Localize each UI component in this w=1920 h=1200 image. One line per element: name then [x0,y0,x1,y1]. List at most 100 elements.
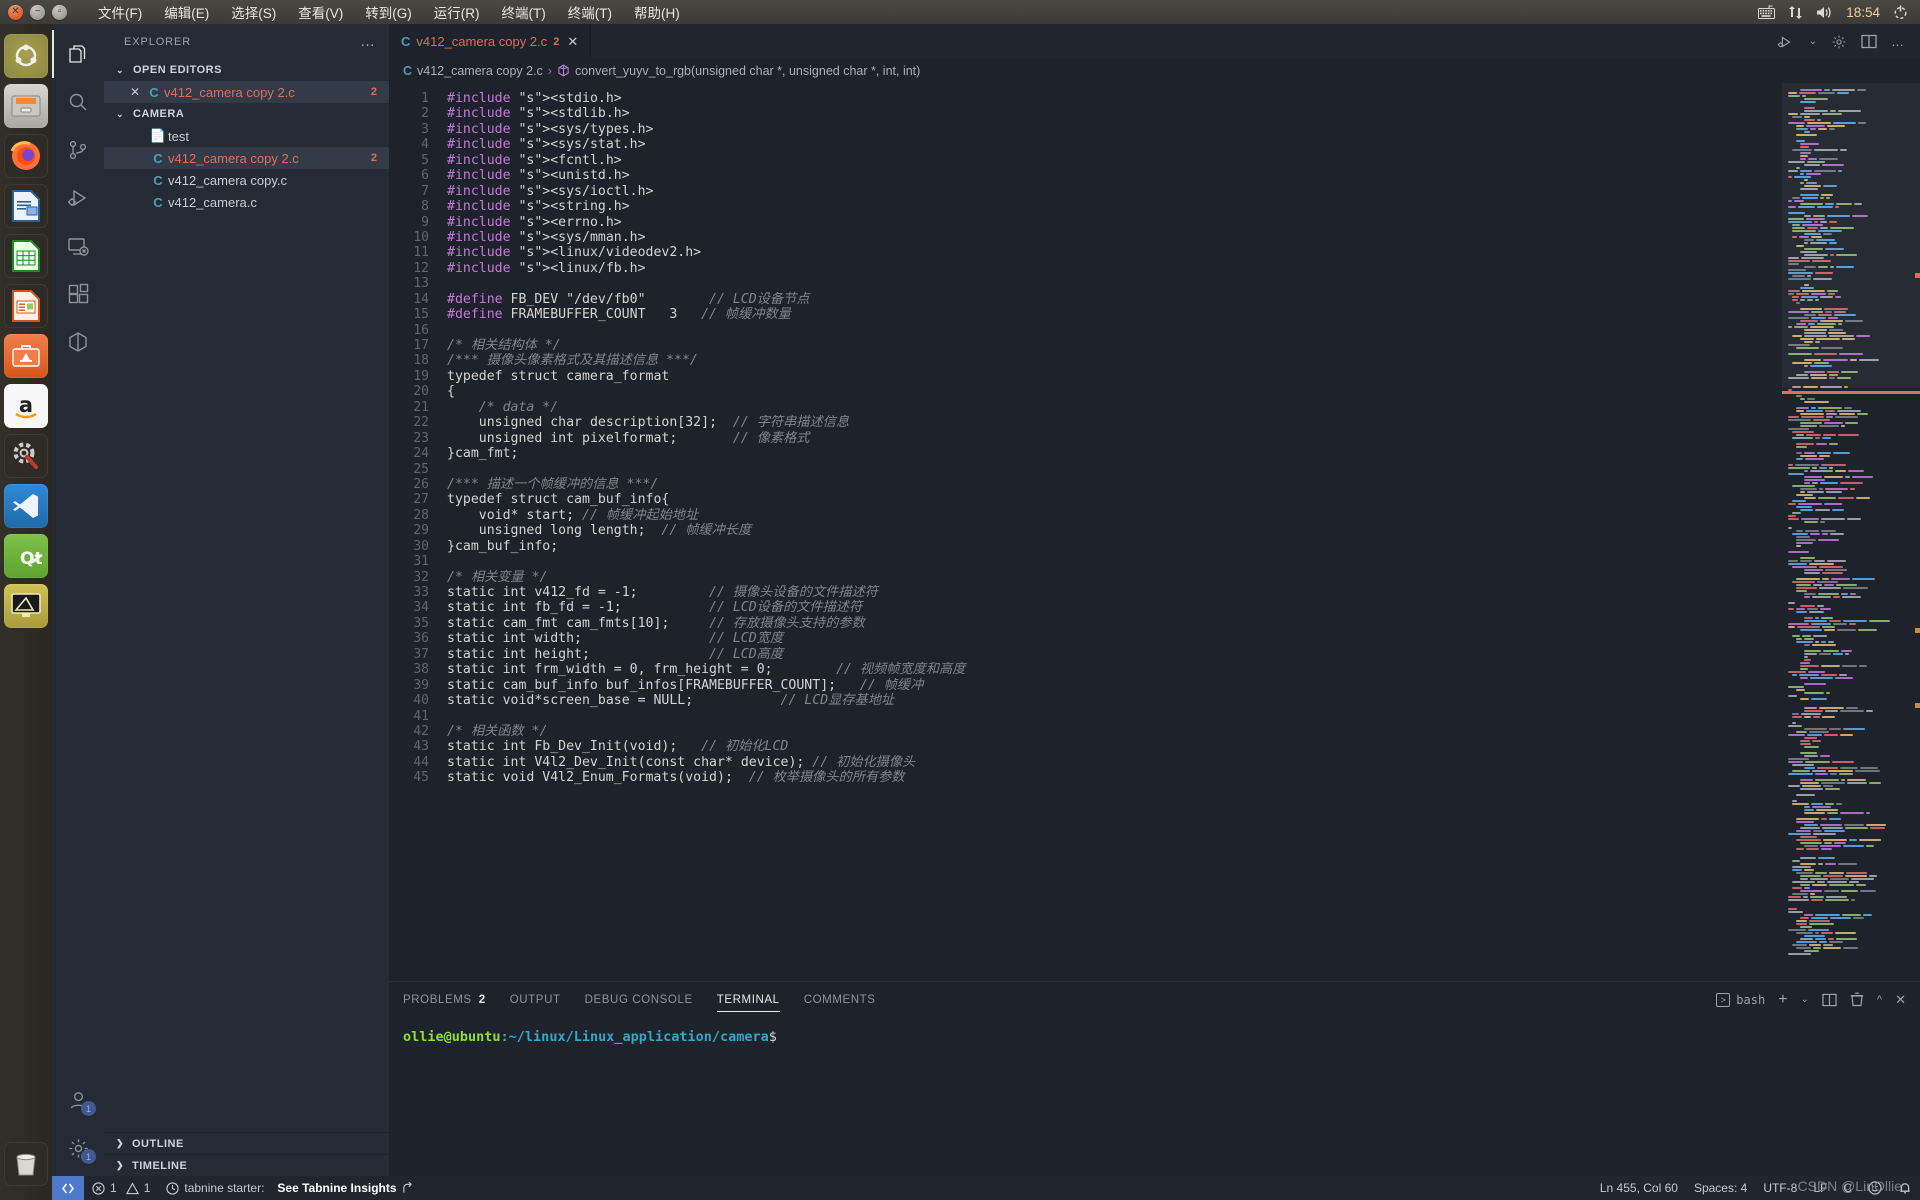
code-line[interactable]: #include "s"><linux/videodev2.h> [447,245,1782,260]
activity-item-source-control[interactable] [52,126,104,174]
menu-file[interactable]: 文件(F) [87,0,153,24]
dock-item-libreoffice-impress[interactable] [4,284,48,328]
code-line[interactable]: typedef struct camera_format [447,369,1782,384]
code-line[interactable] [447,554,1782,569]
code-line[interactable]: #include "s"><fcntl.h> [447,153,1782,168]
split-terminal-icon[interactable] [1822,993,1837,1007]
dock-item-ubuntu-software-center[interactable] [4,334,48,378]
code-line[interactable]: static int Fb_Dev_Init(void); // 初始化LCD [447,739,1782,754]
remote-window-indicator[interactable] [52,1176,84,1200]
open-editor-item[interactable]: ✕ C v412_camera copy 2.c 2 [104,81,389,103]
close-editor-icon[interactable]: ✕ [126,85,144,99]
activity-item-manage-settings[interactable]: 1 [52,1124,104,1172]
code-line[interactable]: #include "s"><sys/ioctl.h> [447,184,1782,199]
dock-item-qt-creator[interactable]: Qt [4,534,48,578]
tab-output[interactable]: OUTPUT [510,982,561,1017]
status-problems[interactable]: 1 1 [84,1176,158,1200]
status-eol[interactable]: LF [1805,1176,1835,1200]
code-line[interactable]: static int V4l2_Dev_Init(const char* dev… [447,755,1782,770]
ubuntu-dock[interactable]: a Qt [0,24,52,1200]
menu-view[interactable]: 查看(V) [287,0,354,24]
code-line[interactable]: #define FB_DEV "/dev/fb0" // LCD设备节点 [447,292,1782,307]
menu-run[interactable]: 运行(R) [423,0,491,24]
breadcrumb-symbol[interactable]: convert_yuyv_to_rgb(unsigned char *, uns… [575,64,920,78]
activity-item-docker[interactable] [52,318,104,366]
activity-item-explorer[interactable] [52,30,104,78]
code-line[interactable] [447,323,1782,338]
editor-scrollbar[interactable] [1906,83,1920,981]
volume-icon[interactable] [1816,5,1833,20]
code-line[interactable]: #include "s"><stdio.h> [447,91,1782,106]
trash-icon[interactable] [4,1142,48,1186]
tab-problems[interactable]: PROBLEMS 2 [403,982,486,1017]
close-icon[interactable]: ✕ [565,34,580,50]
dock-item-system-settings[interactable] [4,434,48,478]
activity-item-extensions[interactable] [52,270,104,318]
code-line[interactable]: static int fb_fd = -1; // LCD设备的文件描述符 [447,600,1782,615]
code-line[interactable]: static int v412_fd = -1; // 摄像头设备的文件描述符 [447,585,1782,600]
activity-bar-bottom[interactable]: 1 1 [52,1076,104,1176]
status-language-mode[interactable]: C [1835,1176,1860,1200]
run-debug-icon[interactable] [1777,34,1795,50]
code-line[interactable]: #include "s"><sys/types.h> [447,122,1782,137]
chevron-down-icon[interactable]: ⌄ [1809,36,1817,47]
code-line[interactable]: #include "s"><errno.h> [447,215,1782,230]
sidebar-more-actions-icon[interactable]: … [360,33,377,50]
breadcrumb-file[interactable]: v412_camera copy 2.c [417,64,543,78]
breadcrumb[interactable]: C v412_camera copy 2.c › convert_yuyv_to… [389,59,1920,83]
code-line[interactable] [447,462,1782,477]
code-line[interactable]: /*** 描述一个帧缓冲的信息 ***/ [447,477,1782,492]
dock-item-firefox[interactable] [4,134,48,178]
menu-edit[interactable]: 编辑(E) [153,0,220,24]
new-terminal-icon[interactable]: + [1778,991,1787,1009]
menu-bar[interactable]: 文件(F) 编辑(E) 选择(S) 查看(V) 转到(G) 运行(R) 终端(T… [87,0,691,24]
window-maximize-button[interactable]: ▫ [52,4,67,20]
code-line[interactable]: #include "s"><linux/fb.h> [447,261,1782,276]
code-area[interactable]: 1 2 3 4 5 6 7 8 9 10 11 12 13 14 15 16 17 18 19 20 21 22 23 24 2… [389,83,1782,981]
code-line[interactable]: /* 相关结构体 */ [447,338,1782,353]
activity-bar[interactable]: 1 1 [52,24,104,1176]
code-line[interactable]: #include "s"><string.h> [447,199,1782,214]
menu-go[interactable]: 转到(G) [354,0,423,24]
status-bar[interactable]: 1 1 tabnine starter: See Tabnine Insight… [52,1176,1920,1200]
code-line[interactable]: static int frm_width = 0, frm_height = 0… [447,662,1782,677]
status-encoding[interactable]: UTF-8 [1755,1176,1805,1200]
chevron-down-icon[interactable]: ⌄ [1801,994,1809,1005]
terminal-shell-selector[interactable]: > bash [1716,992,1765,1007]
close-panel-icon[interactable]: ✕ [1895,992,1906,1008]
terminal-body[interactable]: ollie@ubuntu:~/linux/Linux_application/c… [389,1017,1920,1046]
code-line[interactable]: /* 相关函数 */ [447,724,1782,739]
code-line[interactable]: static void V4l2_Enum_Formats(void); // … [447,770,1782,785]
dock-item-visual-studio-code[interactable] [4,484,48,528]
status-bar-right[interactable]: Ln 455, Col 60 Spaces: 4 UTF-8 LF C [1592,1176,1920,1200]
code-line[interactable]: #include "s"><unistd.h> [447,168,1782,183]
system-tray[interactable]: 18:54 [1758,5,1920,20]
clock[interactable]: 18:54 [1846,5,1880,20]
status-bell-icon[interactable] [1890,1176,1920,1200]
section-folder-camera[interactable]: ⌄ CAMERA [104,103,389,125]
minimap-slider[interactable] [1782,83,1920,388]
code-line[interactable]: unsigned int pixelformat; // 像素格式 [447,431,1782,446]
status-tabnine[interactable]: tabnine starter: See Tabnine Insights [158,1176,422,1200]
kill-terminal-icon[interactable] [1850,992,1864,1007]
maximize-panel-icon[interactable]: ^ [1877,994,1882,1006]
window-minimize-button[interactable]: − [30,4,45,20]
dock-item-ubuntu-software[interactable] [4,34,48,78]
code-line[interactable]: static int height; // LCD高度 [447,647,1782,662]
code-line[interactable]: }cam_fmt; [447,446,1782,461]
window-close-button[interactable]: ✕ [8,4,23,20]
dock-item-libreoffice-writer[interactable] [4,184,48,228]
code-line[interactable]: #include "s"><sys/mman.h> [447,230,1782,245]
code-line[interactable]: /*** 摄像头像素格式及其描述信息 ***/ [447,353,1782,368]
code-line[interactable]: static int width; // LCD宽度 [447,631,1782,646]
tab-v412-camera-copy-2-c[interactable]: C v412_camera copy 2.c 2 ✕ [389,24,592,59]
panel-actions[interactable]: > bash + ⌄ ^ ✕ [1716,991,1906,1009]
code-line[interactable]: #include "s"><stdlib.h> [447,106,1782,121]
dock-item-libreoffice-calc[interactable] [4,234,48,278]
tab-terminal[interactable]: TERMINAL [716,982,780,1017]
tab-comments[interactable]: COMMENTS [804,982,876,1017]
code-line[interactable]: unsigned char description[32]; // 字符串描述信… [447,415,1782,430]
minimap[interactable] [1782,83,1920,981]
code-line[interactable]: /* data */ [447,400,1782,415]
power-icon[interactable] [1893,5,1908,20]
